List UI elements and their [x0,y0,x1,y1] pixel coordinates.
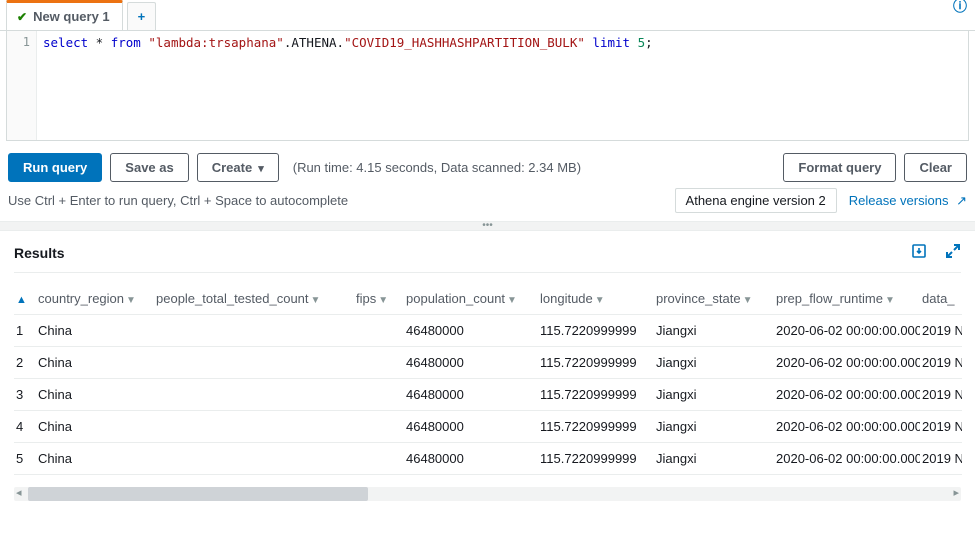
cell-province-state: Jiangxi [654,379,774,411]
cell-prep-flow-runtime: 2020-06-02 00:00:00.000 [774,315,920,347]
tab-bar: ✔ New query 1 + ⓘ [0,0,975,31]
table-row[interactable]: 3China 46480000115.7220999999Jiangxi2020-… [14,379,962,411]
table-row[interactable]: 4China 46480000115.7220999999Jiangxi2020-… [14,411,962,443]
col-population[interactable]: population_count▼ [404,283,538,315]
cell-people-tested [154,315,354,347]
cell-country-region: China [36,347,154,379]
external-link-icon: ↗ [956,193,967,208]
tab-query-1[interactable]: ✔ New query 1 [6,0,123,30]
line-number: 1 [7,35,30,49]
release-versions-link[interactable]: Release versions ↗ [849,193,967,209]
splitter-handle[interactable]: ••• [0,221,975,231]
row-number: 5 [14,443,36,475]
format-query-button[interactable]: Format query [783,153,896,182]
expand-icon[interactable] [945,243,961,262]
cell-data: 2019 N [920,347,962,379]
scroll-left-icon[interactable]: ◂ [16,486,22,499]
table-row[interactable]: 1China 46480000115.7220999999Jiangxi2020-… [14,315,962,347]
col-fips[interactable]: fips▼ [354,283,404,315]
cell-province-state: Jiangxi [654,347,774,379]
cell-population: 46480000 [404,379,538,411]
col-people-tested[interactable]: people_total_tested_count▼ [154,283,354,315]
cell-population: 46480000 [404,443,538,475]
shortcut-hint: Use Ctrl + Enter to run query, Ctrl + Sp… [8,193,348,208]
row-number: 2 [14,347,36,379]
cell-country-region: China [36,315,154,347]
row-number: 4 [14,411,36,443]
cell-country-region: China [36,379,154,411]
row-number: 3 [14,379,36,411]
cell-population: 46480000 [404,347,538,379]
cell-country-region: China [36,443,154,475]
cell-people-tested [154,379,354,411]
scroll-right-icon[interactable]: ▸ [953,486,959,499]
cell-data: 2019 N [920,443,962,475]
engine-version-box[interactable]: Athena engine version 2 [675,188,837,213]
table-row[interactable]: 5China 46480000115.7220999999Jiangxi2020-… [14,443,962,475]
cell-fips [354,347,404,379]
cell-population: 46480000 [404,411,538,443]
cell-longitude: 115.7220999999 [538,379,654,411]
cell-longitude: 115.7220999999 [538,315,654,347]
table-header-row: ▲ country_region▼ people_total_tested_co… [14,283,962,315]
cell-people-tested [154,411,354,443]
col-data[interactable]: data_ [920,283,962,315]
table-row[interactable]: 2China 46480000115.7220999999Jiangxi2020-… [14,347,962,379]
col-country-region[interactable]: country_region▼ [36,283,154,315]
col-province-state[interactable]: province_state▼ [654,283,774,315]
clear-button[interactable]: Clear [904,153,967,182]
editor-gutter: 1 [7,31,37,140]
hint-row: Use Ctrl + Enter to run query, Ctrl + Sp… [0,188,975,221]
cell-prep-flow-runtime: 2020-06-02 00:00:00.000 [774,443,920,475]
tab-label: New query 1 [33,9,110,24]
editor-code: select * from "lambda:trsaphana".ATHENA.… [43,35,653,50]
cell-province-state: Jiangxi [654,411,774,443]
cell-fips [354,411,404,443]
cell-province-state: Jiangxi [654,443,774,475]
cell-fips [354,443,404,475]
cell-people-tested [154,443,354,475]
results-table: ▲ country_region▼ people_total_tested_co… [14,283,962,475]
results-title: Results [14,245,65,261]
cell-longitude: 115.7220999999 [538,443,654,475]
add-tab-button[interactable]: + [127,2,157,30]
cell-province-state: Jiangxi [654,315,774,347]
horizontal-scrollbar[interactable]: ◂ ▸ [14,487,961,501]
row-number: 1 [14,315,36,347]
cell-people-tested [154,347,354,379]
cell-data: 2019 N [920,379,962,411]
check-icon: ✔ [17,10,27,24]
sql-editor[interactable]: 1 select * from "lambda:trsaphana".ATHEN… [6,31,969,141]
cell-fips [354,315,404,347]
cell-population: 46480000 [404,315,538,347]
cell-prep-flow-runtime: 2020-06-02 00:00:00.000 [774,347,920,379]
cell-country-region: China [36,411,154,443]
col-sort[interactable]: ▲ [14,283,36,315]
cell-longitude: 115.7220999999 [538,347,654,379]
col-prep-flow-runtime[interactable]: prep_flow_runtime▼ [774,283,920,315]
cell-prep-flow-runtime: 2020-06-02 00:00:00.000 [774,379,920,411]
scrollbar-thumb[interactable] [28,487,368,501]
save-as-button[interactable]: Save as [110,153,188,182]
cell-fips [354,379,404,411]
create-button[interactable]: Create [197,153,279,182]
results-header: Results [14,243,961,273]
run-info: (Run time: 4.15 seconds, Data scanned: 2… [293,160,581,175]
info-icon[interactable]: ⓘ [953,0,967,16]
cell-prep-flow-runtime: 2020-06-02 00:00:00.000 [774,411,920,443]
cell-longitude: 115.7220999999 [538,411,654,443]
download-icon[interactable] [911,243,927,262]
run-query-button[interactable]: Run query [8,153,102,182]
col-longitude[interactable]: longitude▼ [538,283,654,315]
toolbar: Run query Save as Create (Run time: 4.15… [0,141,975,188]
cell-data: 2019 N [920,411,962,443]
cell-data: 2019 N [920,315,962,347]
